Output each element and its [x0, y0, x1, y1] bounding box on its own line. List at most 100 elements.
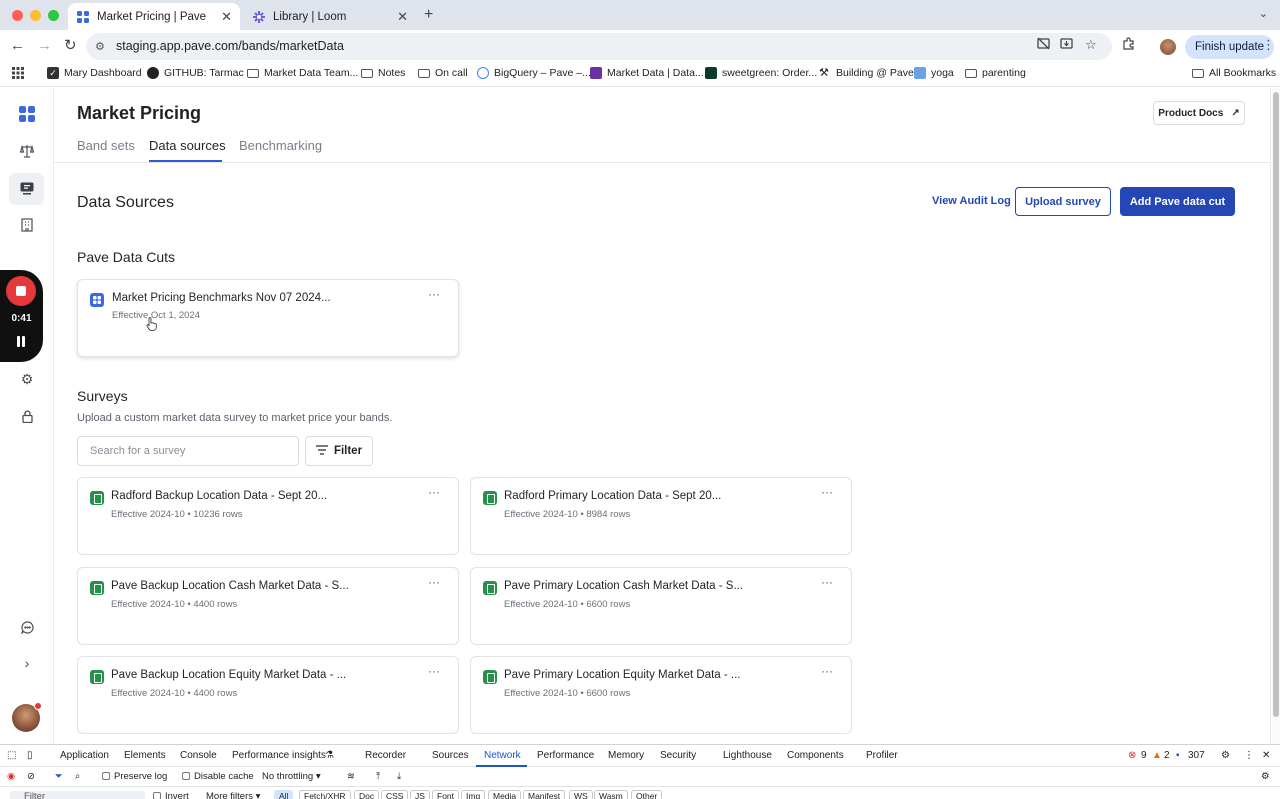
- browser-profile-avatar[interactable]: [1160, 39, 1176, 55]
- page-scrollbar[interactable]: [1270, 88, 1280, 744]
- site-settings-icon[interactable]: ⚙: [95, 40, 105, 53]
- devtools-tab-profiler[interactable]: Profiler: [866, 750, 898, 761]
- network-settings-gear-icon[interactable]: ⚙: [1261, 771, 1270, 782]
- user-avatar[interactable]: [12, 702, 42, 732]
- filter-button[interactable]: Filter: [305, 436, 373, 466]
- devtools-tab-components[interactable]: Components: [787, 750, 844, 761]
- extensions-puzzle-icon[interactable]: [1122, 37, 1135, 53]
- devtools-tab-sources[interactable]: Sources: [432, 750, 469, 761]
- view-audit-log-button[interactable]: View Audit Log: [932, 195, 1011, 207]
- filter-pill-manifest[interactable]: Manifest: [523, 790, 566, 799]
- tab-benchmarking[interactable]: Benchmarking: [239, 138, 322, 153]
- devtools-tab-performance[interactable]: Performance: [537, 750, 594, 761]
- more-filters-dropdown[interactable]: More filters ▾: [206, 791, 260, 799]
- bookmark-market-data-team[interactable]: Market Data Team...: [247, 67, 358, 79]
- tab-band-sets[interactable]: Band sets: [77, 138, 135, 153]
- disable-cache-checkbox[interactable]: Disable cache: [182, 771, 254, 782]
- survey-card[interactable]: Radford Primary Location Data - Sept 20.…: [470, 477, 852, 555]
- import-har-icon[interactable]: ⤒: [376, 771, 380, 782]
- devtools-tab-memory[interactable]: Memory: [608, 750, 644, 761]
- filter-pill-img[interactable]: Img: [461, 790, 486, 799]
- back-arrow-icon[interactable]: ←: [10, 38, 25, 54]
- record-network-icon[interactable]: ◉: [7, 771, 15, 782]
- stop-recording-button[interactable]: [6, 276, 36, 306]
- maximize-window-button[interactable]: [48, 10, 59, 21]
- filter-pill-ws[interactable]: WS: [569, 790, 593, 799]
- filter-pill-doc[interactable]: Doc: [354, 790, 380, 799]
- device-toolbar-icon[interactable]: ▯: [27, 750, 33, 761]
- filter-pill-media[interactable]: Media: [488, 790, 522, 799]
- devtools-tab-network[interactable]: Network: [484, 750, 521, 761]
- survey-card[interactable]: Pave Primary Location Equity Market Data…: [470, 656, 852, 734]
- bookmark-star-icon[interactable]: ☆: [1085, 37, 1097, 53]
- scrollbar-thumb[interactable]: [1273, 92, 1279, 717]
- message-count[interactable]: 307: [1188, 750, 1205, 761]
- expand-chevron-icon[interactable]: ›: [17, 653, 37, 673]
- survey-search-input[interactable]: Search for a survey: [77, 436, 299, 466]
- devtools-close-icon[interactable]: ✕: [1262, 750, 1270, 761]
- filter-pill-css[interactable]: CSS: [381, 790, 409, 799]
- devtools-tab-lighthouse[interactable]: Lighthouse: [723, 750, 772, 761]
- bookmark-bigquery[interactable]: BigQuery – Pave –...: [477, 67, 591, 79]
- clear-log-icon[interactable]: ⊘: [27, 771, 35, 782]
- more-options-icon[interactable]: ···: [821, 664, 833, 678]
- forward-arrow-icon[interactable]: →: [37, 38, 52, 54]
- upload-survey-button[interactable]: Upload survey: [1015, 187, 1111, 216]
- scale-icon[interactable]: [17, 141, 37, 161]
- survey-card[interactable]: Pave Backup Location Equity Market Data …: [77, 656, 459, 734]
- browser-tab-loom[interactable]: Library | Loom ✕: [244, 3, 416, 30]
- product-docs-button[interactable]: Product Docs ↗: [1153, 101, 1245, 125]
- all-bookmarks[interactable]: All Bookmarks: [1192, 67, 1276, 79]
- survey-card[interactable]: Pave Primary Location Cash Market Data -…: [470, 567, 852, 645]
- cast-off-icon[interactable]: [1037, 37, 1050, 53]
- minimize-window-button[interactable]: [30, 10, 41, 21]
- reload-icon[interactable]: ↻: [64, 38, 77, 54]
- bookmark-yoga[interactable]: yoga: [914, 67, 954, 79]
- settings-gear-icon[interactable]: ⚙: [17, 369, 37, 389]
- data-cut-card[interactable]: Market Pricing Benchmarks Nov 07 2024...…: [77, 279, 459, 357]
- url-text[interactable]: staging.app.pave.com/bands/marketData: [116, 39, 344, 53]
- export-har-icon[interactable]: ⤓: [397, 771, 401, 782]
- devtools-tab-recorder[interactable]: Recorder: [365, 750, 406, 761]
- new-tab-icon[interactable]: +: [424, 6, 433, 24]
- bookmark-parenting[interactable]: parenting: [965, 67, 1026, 79]
- devtools-tab-security[interactable]: Security: [660, 750, 696, 761]
- bookmark-building-at-pave[interactable]: ⚒ Building @ Pave: [819, 67, 914, 79]
- devtools-tab-application[interactable]: Application: [60, 750, 109, 761]
- install-app-icon[interactable]: [1060, 37, 1073, 53]
- preserve-log-checkbox[interactable]: Preserve log: [102, 771, 167, 782]
- tab-data-sources[interactable]: Data sources: [149, 138, 226, 153]
- tab-close-icon[interactable]: ✕: [221, 9, 232, 25]
- more-options-icon[interactable]: ···: [428, 664, 440, 678]
- more-options-icon[interactable]: ···: [821, 485, 833, 499]
- more-options-icon[interactable]: ···: [428, 575, 440, 589]
- bookmark-mary-dashboard[interactable]: ✓ Mary Dashboard: [47, 67, 142, 79]
- filter-pill-other[interactable]: Other: [631, 790, 663, 799]
- bookmark-sweetgreen[interactable]: sweetgreen: Order...: [705, 67, 817, 79]
- chat-bubble-icon[interactable]: [17, 617, 37, 637]
- survey-card[interactable]: Radford Backup Location Data - Sept 20..…: [77, 477, 459, 555]
- market-data-icon[interactable]: [17, 178, 37, 198]
- filter-pill-wasm[interactable]: Wasm: [594, 790, 628, 799]
- apps-grid-icon[interactable]: [12, 67, 24, 79]
- bookmark-market-data-data[interactable]: Market Data | Data...: [590, 67, 704, 79]
- survey-card[interactable]: Pave Backup Location Cash Market Data - …: [77, 567, 459, 645]
- finish-update-button[interactable]: Finish update: [1185, 35, 1275, 59]
- warning-count[interactable]: 2: [1164, 750, 1170, 761]
- more-options-icon[interactable]: ···: [821, 575, 833, 589]
- network-conditions-icon[interactable]: ≋: [347, 771, 355, 782]
- invert-checkbox[interactable]: Invert: [153, 791, 189, 799]
- pave-logo-icon[interactable]: [17, 104, 37, 124]
- more-options-icon[interactable]: ···: [428, 485, 440, 499]
- devtools-settings-gear-icon[interactable]: ⚙: [1221, 750, 1230, 761]
- lock-icon[interactable]: [17, 406, 37, 426]
- close-window-button[interactable]: [12, 10, 23, 21]
- more-options-icon[interactable]: ···: [428, 287, 440, 301]
- filter-funnel-icon[interactable]: ⏷: [55, 771, 63, 782]
- search-icon[interactable]: ⌕: [75, 771, 80, 782]
- tab-search-chevron-icon[interactable]: ⌄: [1259, 7, 1268, 20]
- filter-pill-font[interactable]: Font: [432, 790, 460, 799]
- devtools-tab-console[interactable]: Console: [180, 750, 217, 761]
- devtools-tab-performance-insights[interactable]: Performance insights: [232, 750, 326, 761]
- filter-pill-fetch-xhr[interactable]: Fetch/XHR: [299, 790, 351, 799]
